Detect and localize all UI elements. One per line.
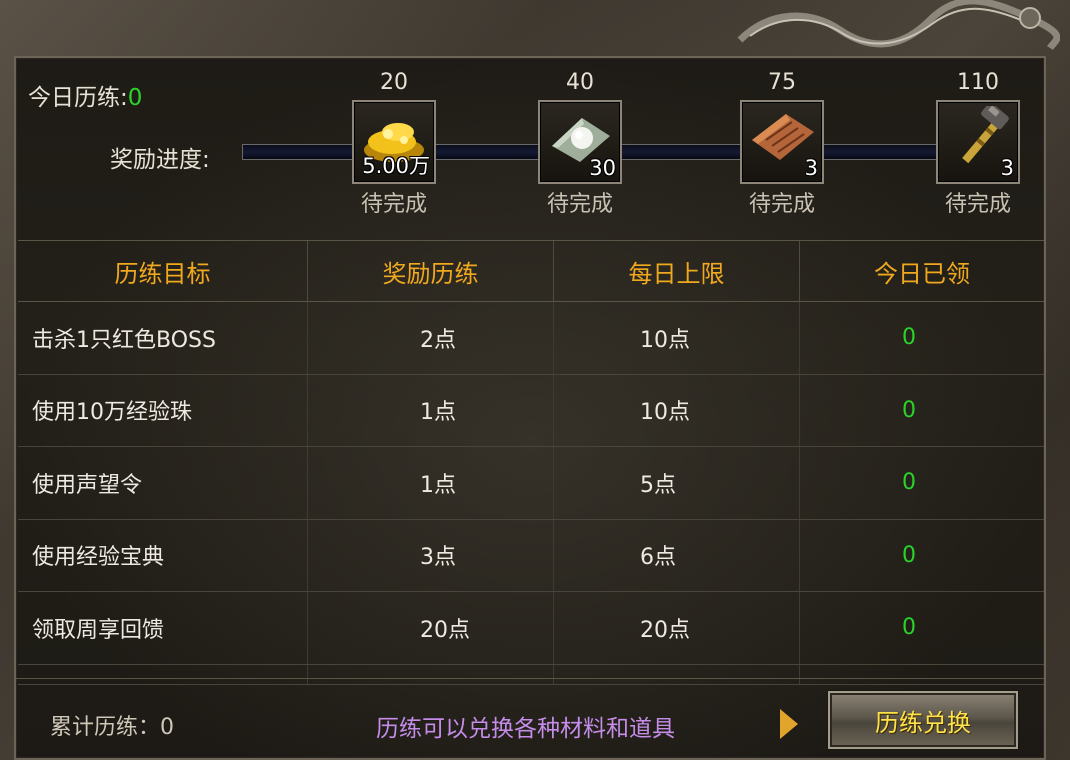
milestone-threshold: 20 [380,70,408,95]
table-header: 历练目标 奖励历练 每日上限 今日已领 [18,240,1044,302]
milestone-threshold: 75 [768,70,796,95]
task-goal: 领取周享回馈 [18,592,308,664]
dragon-ornament-icon [737,0,1060,51]
task-limit: 20点 [554,592,800,664]
exchange-button[interactable]: 历练兑换 [828,691,1018,749]
milestone-threshold: 40 [566,70,594,95]
reward-quantity: 5.00万 [362,154,430,178]
task-reward: 1点 [308,374,554,446]
milestone-3: 75 3 待完成 [722,68,842,218]
column-header-goal: 历练目标 [18,241,308,301]
milestone-2: 40 30 待完成 [520,68,640,218]
reward-quantity: 3 [1000,156,1014,180]
task-claimed: 0 [902,397,916,423]
reward-slot-1[interactable]: 5.00万 [352,100,436,184]
arrow-right-icon [780,709,798,739]
reward-quantity: 3 [804,156,818,180]
task-reward: 1点 [308,447,554,519]
reward-slot-4[interactable]: 3 [936,100,1020,184]
task-goal: 使用声望令 [18,447,308,519]
training-task-table: 历练目标 奖励历练 每日上限 今日已领 击杀1只红色BOSS 2点 10点 0 … [18,240,1044,685]
milestone-threshold: 110 [957,70,999,95]
reward-slot-2[interactable]: 30 [538,100,622,184]
table-row: 使用经验宝典 3点 6点 0 [18,519,1044,592]
exchange-tip: 历练可以兑换各种材料和道具 [376,716,675,742]
task-claimed: 0 [902,615,916,641]
milestone-status: 待完成 [360,192,427,217]
milestone-status: 待完成 [748,192,815,217]
column-header-claimed: 今日已领 [874,259,970,288]
column-header-limit: 每日上限 [554,241,800,301]
panel-footer: 累计历练：0 历练可以兑换各种材料和道具 历练兑换 [16,678,1044,760]
training-panel: 今日历练:0 奖励进度: 20 5.00万 待完成 40 30 待完成 75 3… [14,56,1046,760]
task-claimed: 0 [902,542,916,568]
task-goal: 使用10万经验珠 [18,374,308,446]
today-training: 今日历练:0 [28,78,142,112]
task-reward: 20点 [308,592,554,664]
task-goal: 击杀1只红色BOSS [18,302,308,374]
table-row: 使用声望令 1点 5点 0 [18,447,1044,520]
task-limit: 10点 [554,374,800,446]
column-header-reward: 奖励历练 [308,241,554,301]
today-training-label: 今日历练: [28,85,128,111]
table-row: 使用10万经验珠 1点 10点 0 [18,374,1044,447]
total-training: 累计历练：0 [50,715,174,740]
task-claimed: 0 [902,470,916,496]
task-goal: 使用经验宝典 [18,519,308,591]
table-row: 领取周享回馈 20点 20点 0 [18,592,1044,665]
milestone-1: 20 5.00万 待完成 [334,68,454,218]
window-frame: 今日历练:0 奖励进度: 20 5.00万 待完成 40 30 待完成 75 3… [0,0,1070,760]
reward-slot-3[interactable]: 3 [740,100,824,184]
task-reward: 2点 [308,302,554,374]
milestone-4: 110 3 待完成 [918,68,1038,218]
task-limit: 5点 [554,447,800,519]
task-limit: 10点 [554,302,800,374]
task-limit: 6点 [554,519,800,591]
reward-progress-label: 奖励进度: [110,147,210,173]
task-reward: 3点 [308,519,554,591]
milestone-status: 待完成 [944,192,1011,217]
table-row: 击杀1只红色BOSS 2点 10点 0 [18,302,1044,375]
milestone-status: 待完成 [546,192,613,217]
task-claimed: 0 [902,325,916,351]
reward-quantity: 30 [589,156,616,180]
today-training-value: 0 [127,85,143,111]
